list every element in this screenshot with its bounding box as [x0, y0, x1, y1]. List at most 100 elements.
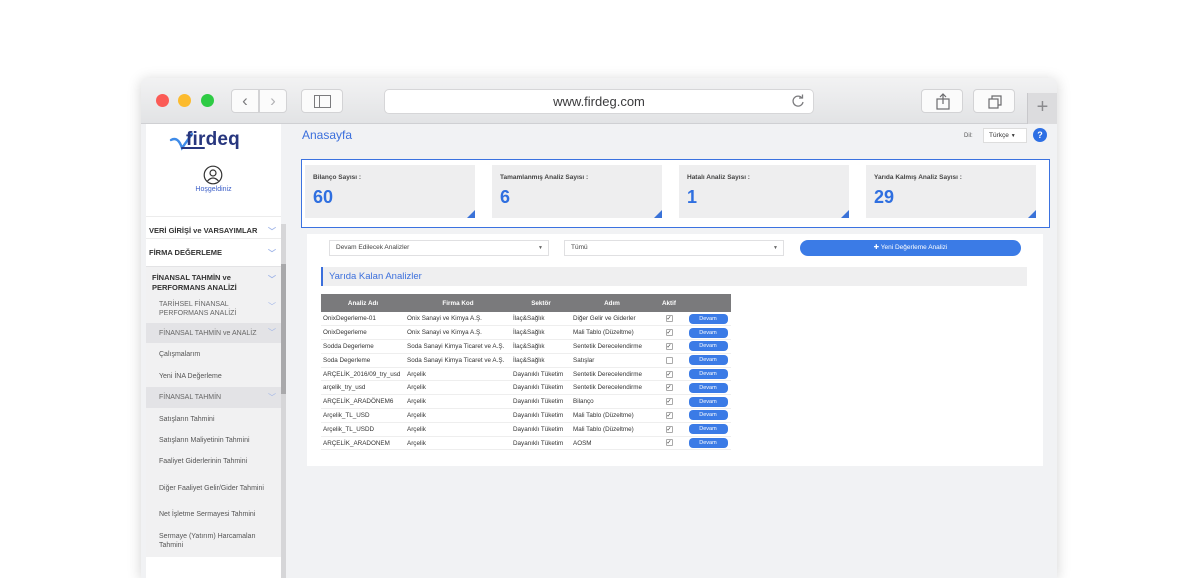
sidebar-menu: VERİ GİRİŞİ ve VARSAYIMLAR ﹀ FİRMA DEĞERL…	[146, 216, 281, 557]
firma-cell: Arçelik	[405, 408, 511, 423]
aktif-cell: ✓	[653, 422, 685, 437]
aktif-checkbox-checked[interactable]: ✓	[665, 370, 673, 378]
devam-button[interactable]: Devam	[688, 396, 728, 407]
stat-value: 1	[687, 187, 698, 207]
sidebar-item-net-isletme[interactable]: Net İşletme Sermayesi Tahmini	[146, 504, 281, 525]
column-header[interactable]: Analiz Adı	[321, 294, 405, 312]
caret-down-icon: ▼	[1010, 133, 1016, 139]
back-button[interactable]: ‹	[231, 89, 259, 113]
adim-cell: Satışlar	[571, 353, 653, 368]
column-header[interactable]: Firma Kod	[405, 294, 511, 312]
sidebar-item-tarihsel[interactable]: TARİHSEL FİNANSAL PERFORMANS ANALİZİ ﹀	[146, 294, 281, 323]
new-tab-button[interactable]: +	[1027, 93, 1057, 124]
devam-button[interactable]: Devam	[688, 369, 728, 380]
user-icon[interactable]	[203, 165, 223, 185]
table-row: ARÇELİK_ARADÖNEM6 Arçelik Dayanıklı Tüketi…	[321, 394, 731, 410]
devam-button[interactable]: Devam	[688, 424, 728, 435]
stats-panel: Bilanço Sayısı : 60 Tamamlanmış Analiz S…	[301, 159, 1050, 228]
adim-cell: Diğer Gelir ve Giderler	[571, 312, 653, 327]
column-header[interactable]: Sektör	[511, 294, 571, 312]
table-body: OnixDegerleme-01 Onix Sanayi ve Kimya A.Ş…	[321, 312, 731, 451]
sidebar-item-finansal-tahmin[interactable]: FİNANSAL TAHMİN ﹀	[146, 387, 281, 408]
tabs-overview-button[interactable]	[973, 89, 1015, 113]
sektor-cell: Dayanıklı Tüketim	[511, 436, 571, 451]
analysis-name-cell: Sodda Degerleme	[321, 339, 405, 354]
devam-button[interactable]: Devam	[688, 382, 728, 393]
action-cell: Devam	[685, 367, 731, 382]
chevron-down-icon: ﹀	[268, 227, 276, 236]
aktif-checkbox[interactable]	[665, 356, 673, 364]
aktif-checkbox-checked[interactable]: ✓	[665, 342, 673, 350]
aktif-checkbox-checked[interactable]: ✓	[665, 411, 673, 419]
scope-select[interactable]: Tümü ▼	[564, 240, 784, 256]
firma-cell: Arçelik	[405, 367, 511, 382]
new-valuation-button[interactable]: ✚ Yeni Değerleme Analizi	[800, 240, 1021, 256]
sidebar-item-sermaye[interactable]: Sermaye (Yatırım) Harcamaları Tahmini	[146, 525, 281, 557]
chevron-right-icon: ›	[270, 91, 276, 110]
sidebar-scrollbar-thumb[interactable]	[281, 264, 286, 394]
reload-icon[interactable]	[791, 94, 805, 108]
close-window-button[interactable]	[156, 94, 169, 107]
firma-cell: Arçelik	[405, 380, 511, 396]
forward-button[interactable]: ›	[259, 89, 287, 113]
maximize-window-button[interactable]	[201, 94, 214, 107]
stat-card-hatali[interactable]: Hatalı Analiz Sayısı : 1	[679, 165, 849, 218]
table-row: ARÇELİK_2016/09_try_usd Arçelik Dayanıklı …	[321, 367, 731, 382]
sidebar-item-satislar[interactable]: Satışların Tahmini	[146, 408, 281, 430]
stat-value: 6	[500, 187, 511, 207]
sektor-cell: Dayanıklı Tüketim	[511, 422, 571, 437]
aktif-checkbox-checked[interactable]: ✓	[665, 425, 673, 433]
sidebar-item-yeni-ina[interactable]: Yeni İNA Değerleme	[146, 365, 281, 387]
adim-cell: Mali Tablo (Düzeltme)	[571, 325, 653, 341]
column-header[interactable]: Aktif	[653, 294, 685, 312]
corner-triangle-icon	[654, 210, 662, 218]
sidebar-item-faaliyet-giderleri[interactable]: Faaliyet Giderlerinin Tahmini	[146, 451, 281, 472]
devam-button[interactable]: Devam	[688, 355, 728, 366]
devam-button[interactable]: Devam	[688, 438, 728, 449]
stat-value: 60	[313, 187, 334, 207]
stat-card-yarida[interactable]: Yarıda Kalmış Analiz Sayısı : 29	[866, 165, 1036, 218]
sektor-cell: İlaç&Sağlık	[511, 339, 571, 354]
analysis-name-cell: OnixDegerleme	[321, 325, 405, 341]
browser-window: ‹ › www.firdeg.com + firdeq Hoşgeldiniz	[141, 78, 1057, 578]
tabs-icon	[988, 95, 1002, 109]
web-content: firdeq Hoşgeldiniz VERİ GİRİŞİ ve VARSAY…	[141, 124, 1057, 578]
column-header[interactable]: Adım	[571, 294, 653, 312]
devam-button[interactable]: Devam	[688, 313, 728, 324]
sidebar-item-calismalarim[interactable]: Çalışmalarım	[146, 343, 281, 365]
aktif-checkbox-checked[interactable]: ✓	[665, 384, 673, 392]
sidebar-item-veri-girisi[interactable]: VERİ GİRİŞİ ve VARSAYIMLAR ﹀	[146, 216, 281, 238]
analysis-type-select[interactable]: Devam Edilecek Analizler ▼	[329, 240, 549, 256]
help-button[interactable]: ?	[1033, 128, 1047, 142]
sidebar-item-firma-degerleme[interactable]: FİRMA DEĞERLEME ﹀	[146, 238, 281, 260]
aktif-checkbox-checked[interactable]: ✓	[665, 439, 673, 447]
sidebar-item-finansal-tahmin-analiz[interactable]: FİNANSAL TAHMİN ve ANALİZ ﹀	[146, 323, 281, 343]
corner-triangle-icon	[841, 210, 849, 218]
firma-cell: Arçelik	[405, 436, 511, 451]
analysis-name-cell: arçelik_try_usd	[321, 380, 405, 396]
sidebar-item-satis-maliyeti[interactable]: Satışların Maliyetinin Tahmini	[146, 430, 281, 451]
address-bar[interactable]: www.firdeg.com	[384, 89, 814, 114]
sidebar-item-finansal-tahmin-performans[interactable]: FİNANSAL TAHMİN ve PERFORMANS ANALİZİ ﹀	[146, 266, 281, 294]
sidebar: firdeq Hoşgeldiniz VERİ GİRİŞİ ve VARSAY…	[146, 124, 286, 578]
sidebar-toggle-button[interactable]	[301, 89, 343, 113]
sidebar-item-diger-faaliyet[interactable]: Diğer Faaliyet Gelir/Gider Tahmini	[146, 472, 281, 504]
stat-card-tamamlanmis[interactable]: Tamamlanmış Analiz Sayısı : 6	[492, 165, 662, 218]
adim-cell: Sentetik Derecelendirme	[571, 367, 653, 382]
aktif-cell: ✓	[653, 367, 685, 382]
table-row: Soda Degerleme Soda Sanayi Kimya Ticaret …	[321, 353, 731, 368]
devam-button[interactable]: Devam	[688, 327, 728, 338]
language-select[interactable]: Türkçe ▼	[983, 128, 1027, 143]
plus-icon: +	[1036, 96, 1049, 118]
devam-button[interactable]: Devam	[688, 410, 728, 421]
aktif-checkbox-checked[interactable]: ✓	[665, 315, 673, 323]
analysis-name-cell: OnixDegerleme-01	[321, 312, 405, 327]
devam-button[interactable]: Devam	[688, 341, 728, 352]
sidebar-group-finansal: FİNANSAL TAHMİN ve PERFORMANS ANALİZİ ﹀ T…	[146, 266, 281, 557]
stat-card-bilanco[interactable]: Bilanço Sayısı : 60	[305, 165, 475, 218]
minimize-window-button[interactable]	[178, 94, 191, 107]
aktif-checkbox-checked[interactable]: ✓	[665, 398, 673, 406]
share-button[interactable]	[921, 89, 963, 113]
aktif-checkbox-checked[interactable]: ✓	[665, 329, 673, 337]
aktif-cell: ✓	[653, 380, 685, 396]
